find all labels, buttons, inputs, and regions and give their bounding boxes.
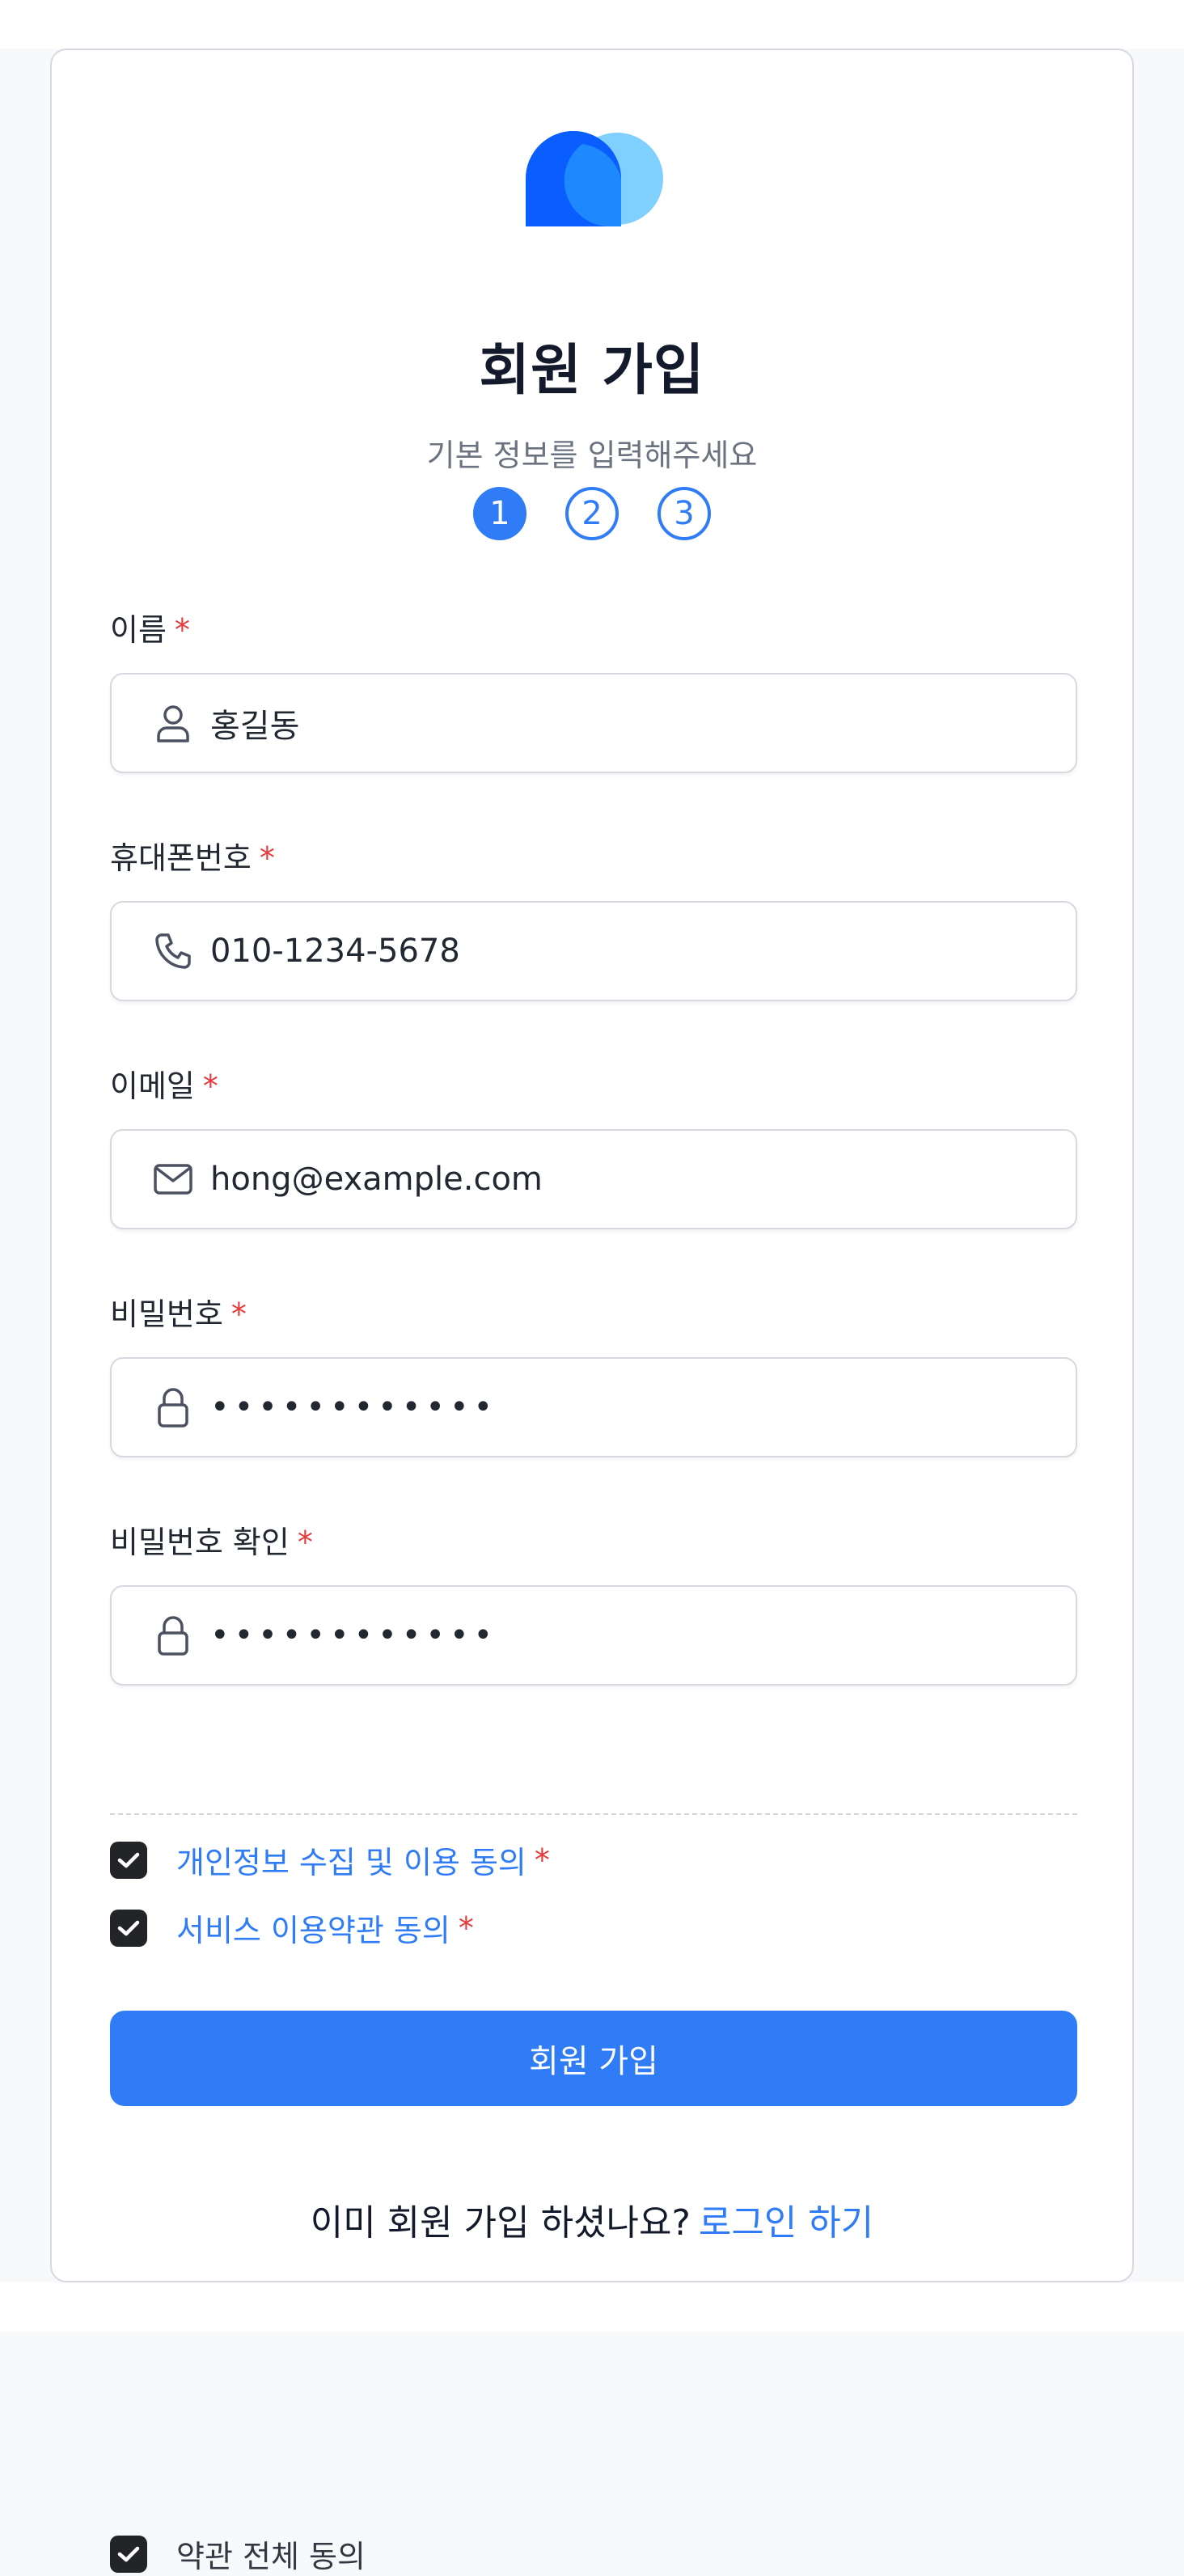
agree-privacy-row[interactable]: 개인정보 수집 및 이용 동의 * <box>110 1838 550 1882</box>
password-confirm-field[interactable]: •••••••••••• <box>110 1585 1077 1686</box>
phone-label: 휴대폰번호 * <box>110 833 275 878</box>
agree-service-row[interactable]: 서비스 이용약관 동의 * <box>110 1906 474 1950</box>
signup-submit-button[interactable]: 회원 가입 <box>110 2011 1077 2106</box>
signup-card: 회원 가입 기본 정보를 입력해주세요 1 2 3 이름 * 홍길동 휴대폰번호 *… <box>50 49 1134 2574</box>
step-3: 3 <box>658 487 711 540</box>
top-background <box>0 0 1184 49</box>
agree-all-checkbox[interactable] <box>110 2535 147 2573</box>
agree-service-checkbox[interactable] <box>110 1909 147 1947</box>
password-confirm-label-text: 비밀번호 확인 <box>110 1525 290 1560</box>
required-mark: * <box>458 1910 474 1946</box>
password-label-text: 비밀번호 <box>110 1296 223 1332</box>
email-field[interactable]: hong@example.com <box>110 1129 1077 1229</box>
mail-icon <box>152 1158 194 1200</box>
lock-icon <box>152 1614 194 1656</box>
login-question: 이미 회원 가입 하셨나요? <box>310 2202 691 2244</box>
password-confirm-label: 비밀번호 확인 * <box>110 1517 313 1562</box>
brand-logo-icon <box>526 131 663 226</box>
password-value: •••••••••••• <box>210 1389 498 1426</box>
agree-all-row[interactable]: 약관 전체 동의 <box>110 2532 366 2576</box>
page-subtitle: 기본 정보를 입력해주세요 <box>426 438 758 473</box>
required-mark: * <box>534 1842 550 1878</box>
name-label-text: 이름 <box>110 612 167 648</box>
user-icon <box>152 702 194 744</box>
bottom-background <box>0 2282 1184 2332</box>
step-1: 1 <box>473 487 526 540</box>
email-label: 이메일 * <box>110 1061 218 1106</box>
privacy-terms-link[interactable]: 개인정보 수집 및 이용 동의 <box>176 1838 526 1882</box>
check-icon <box>117 1920 140 1935</box>
name-label: 이름 * <box>110 605 190 649</box>
password-label: 비밀번호 * <box>110 1289 247 1334</box>
service-terms-link[interactable]: 서비스 이용약관 동의 <box>176 1906 450 1950</box>
step-2: 2 <box>565 487 619 540</box>
page-title: 회원 가입 <box>479 339 705 403</box>
step-indicator: 1 2 3 <box>52 487 1132 540</box>
email-value: hong@example.com <box>210 1161 543 1198</box>
phone-icon <box>152 930 194 972</box>
login-prompt: 이미 회원 가입 하셨나요? 로그인 하기 <box>52 2193 1132 2245</box>
lock-icon <box>152 1386 194 1428</box>
check-icon <box>117 2546 140 2561</box>
agree-privacy-checkbox[interactable] <box>110 1841 147 1879</box>
password-confirm-value: •••••••••••• <box>210 1617 498 1654</box>
agree-all-label: 약관 전체 동의 <box>176 2539 366 2574</box>
required-mark: * <box>174 612 190 648</box>
check-icon <box>117 1852 140 1867</box>
phone-label-text: 휴대폰번호 <box>110 840 252 876</box>
name-value: 홍길동 <box>210 708 300 745</box>
name-field[interactable]: 홍길동 <box>110 673 1077 773</box>
login-link[interactable]: 로그인 하기 <box>699 2202 873 2244</box>
phone-field[interactable]: 010-1234-5678 <box>110 901 1077 1001</box>
agreement-divider <box>110 1813 1077 1815</box>
password-field[interactable]: •••••••••••• <box>110 1357 1077 1457</box>
required-mark: * <box>230 1296 247 1332</box>
required-mark: * <box>259 840 275 876</box>
phone-value: 010-1234-5678 <box>210 933 460 970</box>
required-mark: * <box>202 1068 218 1104</box>
email-label-text: 이메일 <box>110 1068 195 1104</box>
required-mark: * <box>297 1525 313 1560</box>
